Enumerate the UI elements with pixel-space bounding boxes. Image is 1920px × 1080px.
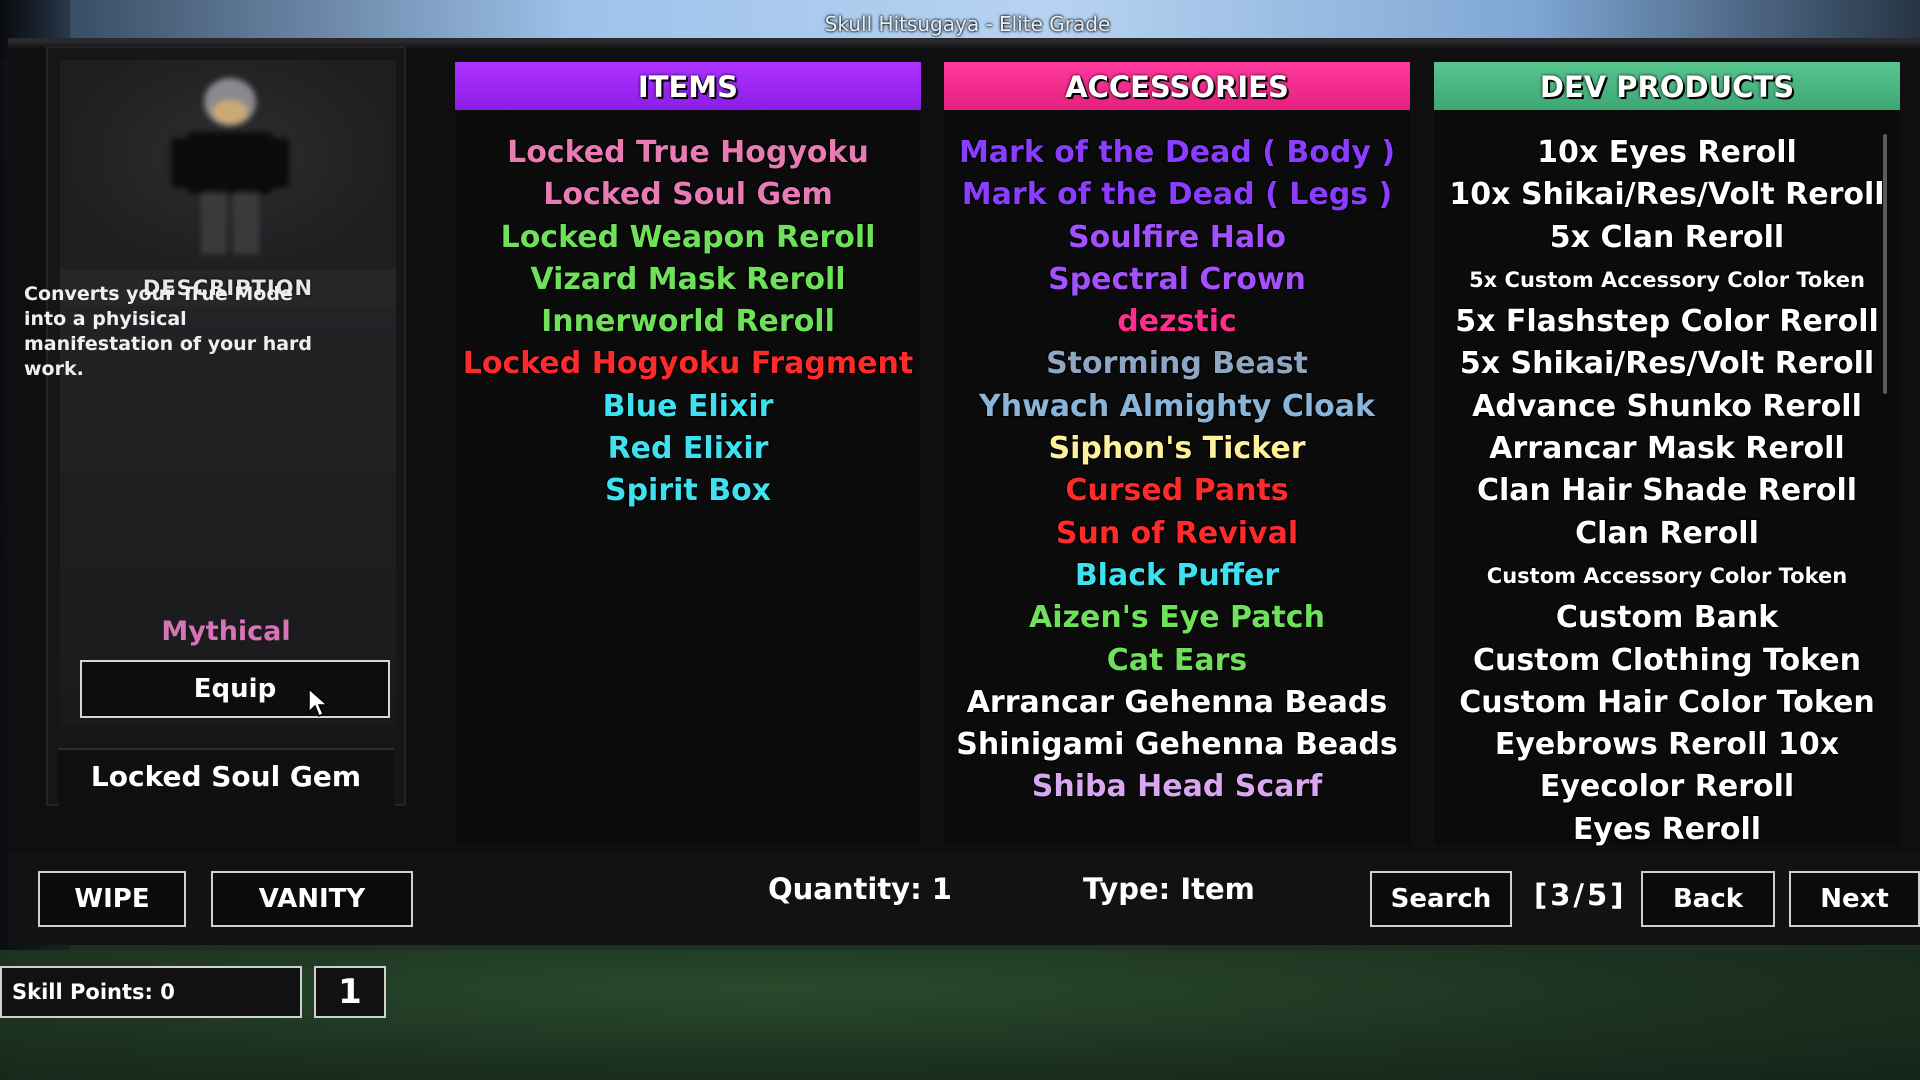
dev-products-scrollbar[interactable]: [1883, 134, 1887, 394]
list-item[interactable]: dezstic: [944, 301, 1410, 343]
list-item[interactable]: Red Elixir: [455, 428, 921, 470]
tab-accessories[interactable]: ACCESSORIES: [944, 62, 1410, 110]
list-item[interactable]: Aizen's Eye Patch: [944, 597, 1410, 639]
items-list: Locked True Hogyoku Locked Soul Gem Locked…: [455, 132, 921, 513]
list-item[interactable]: Black Puffer: [944, 555, 1410, 597]
selected-item-name: Locked Soul Gem: [58, 748, 394, 806]
list-item[interactable]: Cursed Pants: [944, 470, 1410, 512]
list-item[interactable]: Custom Hair Color Token: [1434, 682, 1900, 724]
list-item[interactable]: Mark of the Dead ( Legs ): [944, 174, 1410, 216]
list-item[interactable]: Spirit Box: [455, 470, 921, 512]
items-column: ITEMS Locked True Hogyoku Locked Soul Gem…: [455, 62, 921, 846]
list-item[interactable]: Custom Accessory Color Token: [1434, 555, 1900, 597]
list-item[interactable]: Cat Ears: [944, 640, 1410, 682]
next-button[interactable]: Next: [1789, 871, 1920, 927]
list-item[interactable]: Yhwach Almighty Cloak: [944, 386, 1410, 428]
back-button[interactable]: Back: [1641, 871, 1775, 927]
skill-value-box[interactable]: 1: [314, 966, 386, 1018]
dev-products-column: DEV PRODUCTS 10x Eyes Reroll 10x Shikai/R…: [1434, 62, 1900, 847]
list-item[interactable]: Blue Elixir: [455, 386, 921, 428]
skill-points-display: Skill Points: 0: [0, 966, 302, 1018]
avatar-preview: [60, 60, 396, 270]
list-item[interactable]: 5x Clan Reroll: [1434, 217, 1900, 259]
list-item[interactable]: Eyebrows Reroll 10x: [1434, 724, 1900, 766]
list-item[interactable]: Sun of Revival: [944, 513, 1410, 555]
search-button[interactable]: Search: [1370, 871, 1512, 927]
list-item[interactable]: Eyecolor Reroll: [1434, 766, 1900, 808]
list-item[interactable]: Siphon's Ticker: [944, 428, 1410, 470]
list-item[interactable]: Clan Hair Shade Reroll: [1434, 470, 1900, 512]
list-item[interactable]: 5x Custom Accessory Color Token: [1434, 259, 1900, 301]
list-item[interactable]: Arrancar Gehenna Beads: [944, 682, 1410, 724]
accessories-column: ACCESSORIES Mark of the Dead ( Body ) Mar…: [944, 62, 1410, 846]
tab-dev-products[interactable]: DEV PRODUCTS: [1434, 62, 1900, 110]
list-item[interactable]: Innerworld Reroll: [455, 301, 921, 343]
list-item[interactable]: Locked Hogyoku Fragment: [455, 343, 921, 385]
list-item[interactable]: 10x Shikai/Res/Volt Reroll: [1434, 174, 1900, 216]
list-item[interactable]: Advance Shunko Reroll: [1434, 386, 1900, 428]
list-item[interactable]: Custom Clothing Token: [1434, 640, 1900, 682]
window-title: Skull Hitsugaya - Elite Grade: [824, 12, 1111, 36]
list-item[interactable]: Soulfire Halo: [944, 217, 1410, 259]
page-indicator: [3/5]: [1534, 878, 1627, 912]
wipe-button[interactable]: WIPE: [38, 871, 186, 927]
tab-items[interactable]: ITEMS: [455, 62, 921, 110]
quantity-label: Quantity: 1: [768, 872, 952, 906]
type-label: Type: Item: [1083, 872, 1255, 906]
list-item[interactable]: Spectral Crown: [944, 259, 1410, 301]
description-text: Converts your True Mode into a phyisical…: [24, 283, 313, 380]
list-item[interactable]: Locked Soul Gem: [455, 174, 921, 216]
list-item[interactable]: Shinigami Gehenna Beads: [944, 724, 1410, 766]
rarity-label: Mythical: [161, 616, 291, 647]
mouse-cursor-icon: [308, 688, 328, 718]
equip-button[interactable]: Equip: [80, 660, 390, 718]
list-item[interactable]: Locked True Hogyoku: [455, 132, 921, 174]
list-item[interactable]: 5x Flashstep Color Reroll: [1434, 301, 1900, 343]
accessories-list: Mark of the Dead ( Body ) Mark of the Dea…: [944, 132, 1410, 809]
list-item[interactable]: Locked Weapon Reroll: [455, 217, 921, 259]
list-item[interactable]: Clan Reroll: [1434, 513, 1900, 555]
dev-products-list: 10x Eyes Reroll 10x Shikai/Res/Volt Rerol…: [1434, 132, 1900, 851]
list-item[interactable]: 5x Shikai/Res/Volt Reroll: [1434, 343, 1900, 385]
list-item[interactable]: Storming Beast: [944, 343, 1410, 385]
list-item[interactable]: Arrancar Mask Reroll: [1434, 428, 1900, 470]
list-item[interactable]: 10x Eyes Reroll: [1434, 132, 1900, 174]
list-item[interactable]: Eyes Reroll: [1434, 809, 1900, 851]
list-item[interactable]: Shiba Head Scarf: [944, 766, 1410, 808]
list-item[interactable]: Mark of the Dead ( Body ): [944, 132, 1410, 174]
vanity-button[interactable]: VANITY: [211, 871, 413, 927]
avatar-figure-icon: [171, 78, 289, 254]
list-item[interactable]: Vizard Mask Reroll: [455, 259, 921, 301]
list-item[interactable]: Custom Bank: [1434, 597, 1900, 639]
